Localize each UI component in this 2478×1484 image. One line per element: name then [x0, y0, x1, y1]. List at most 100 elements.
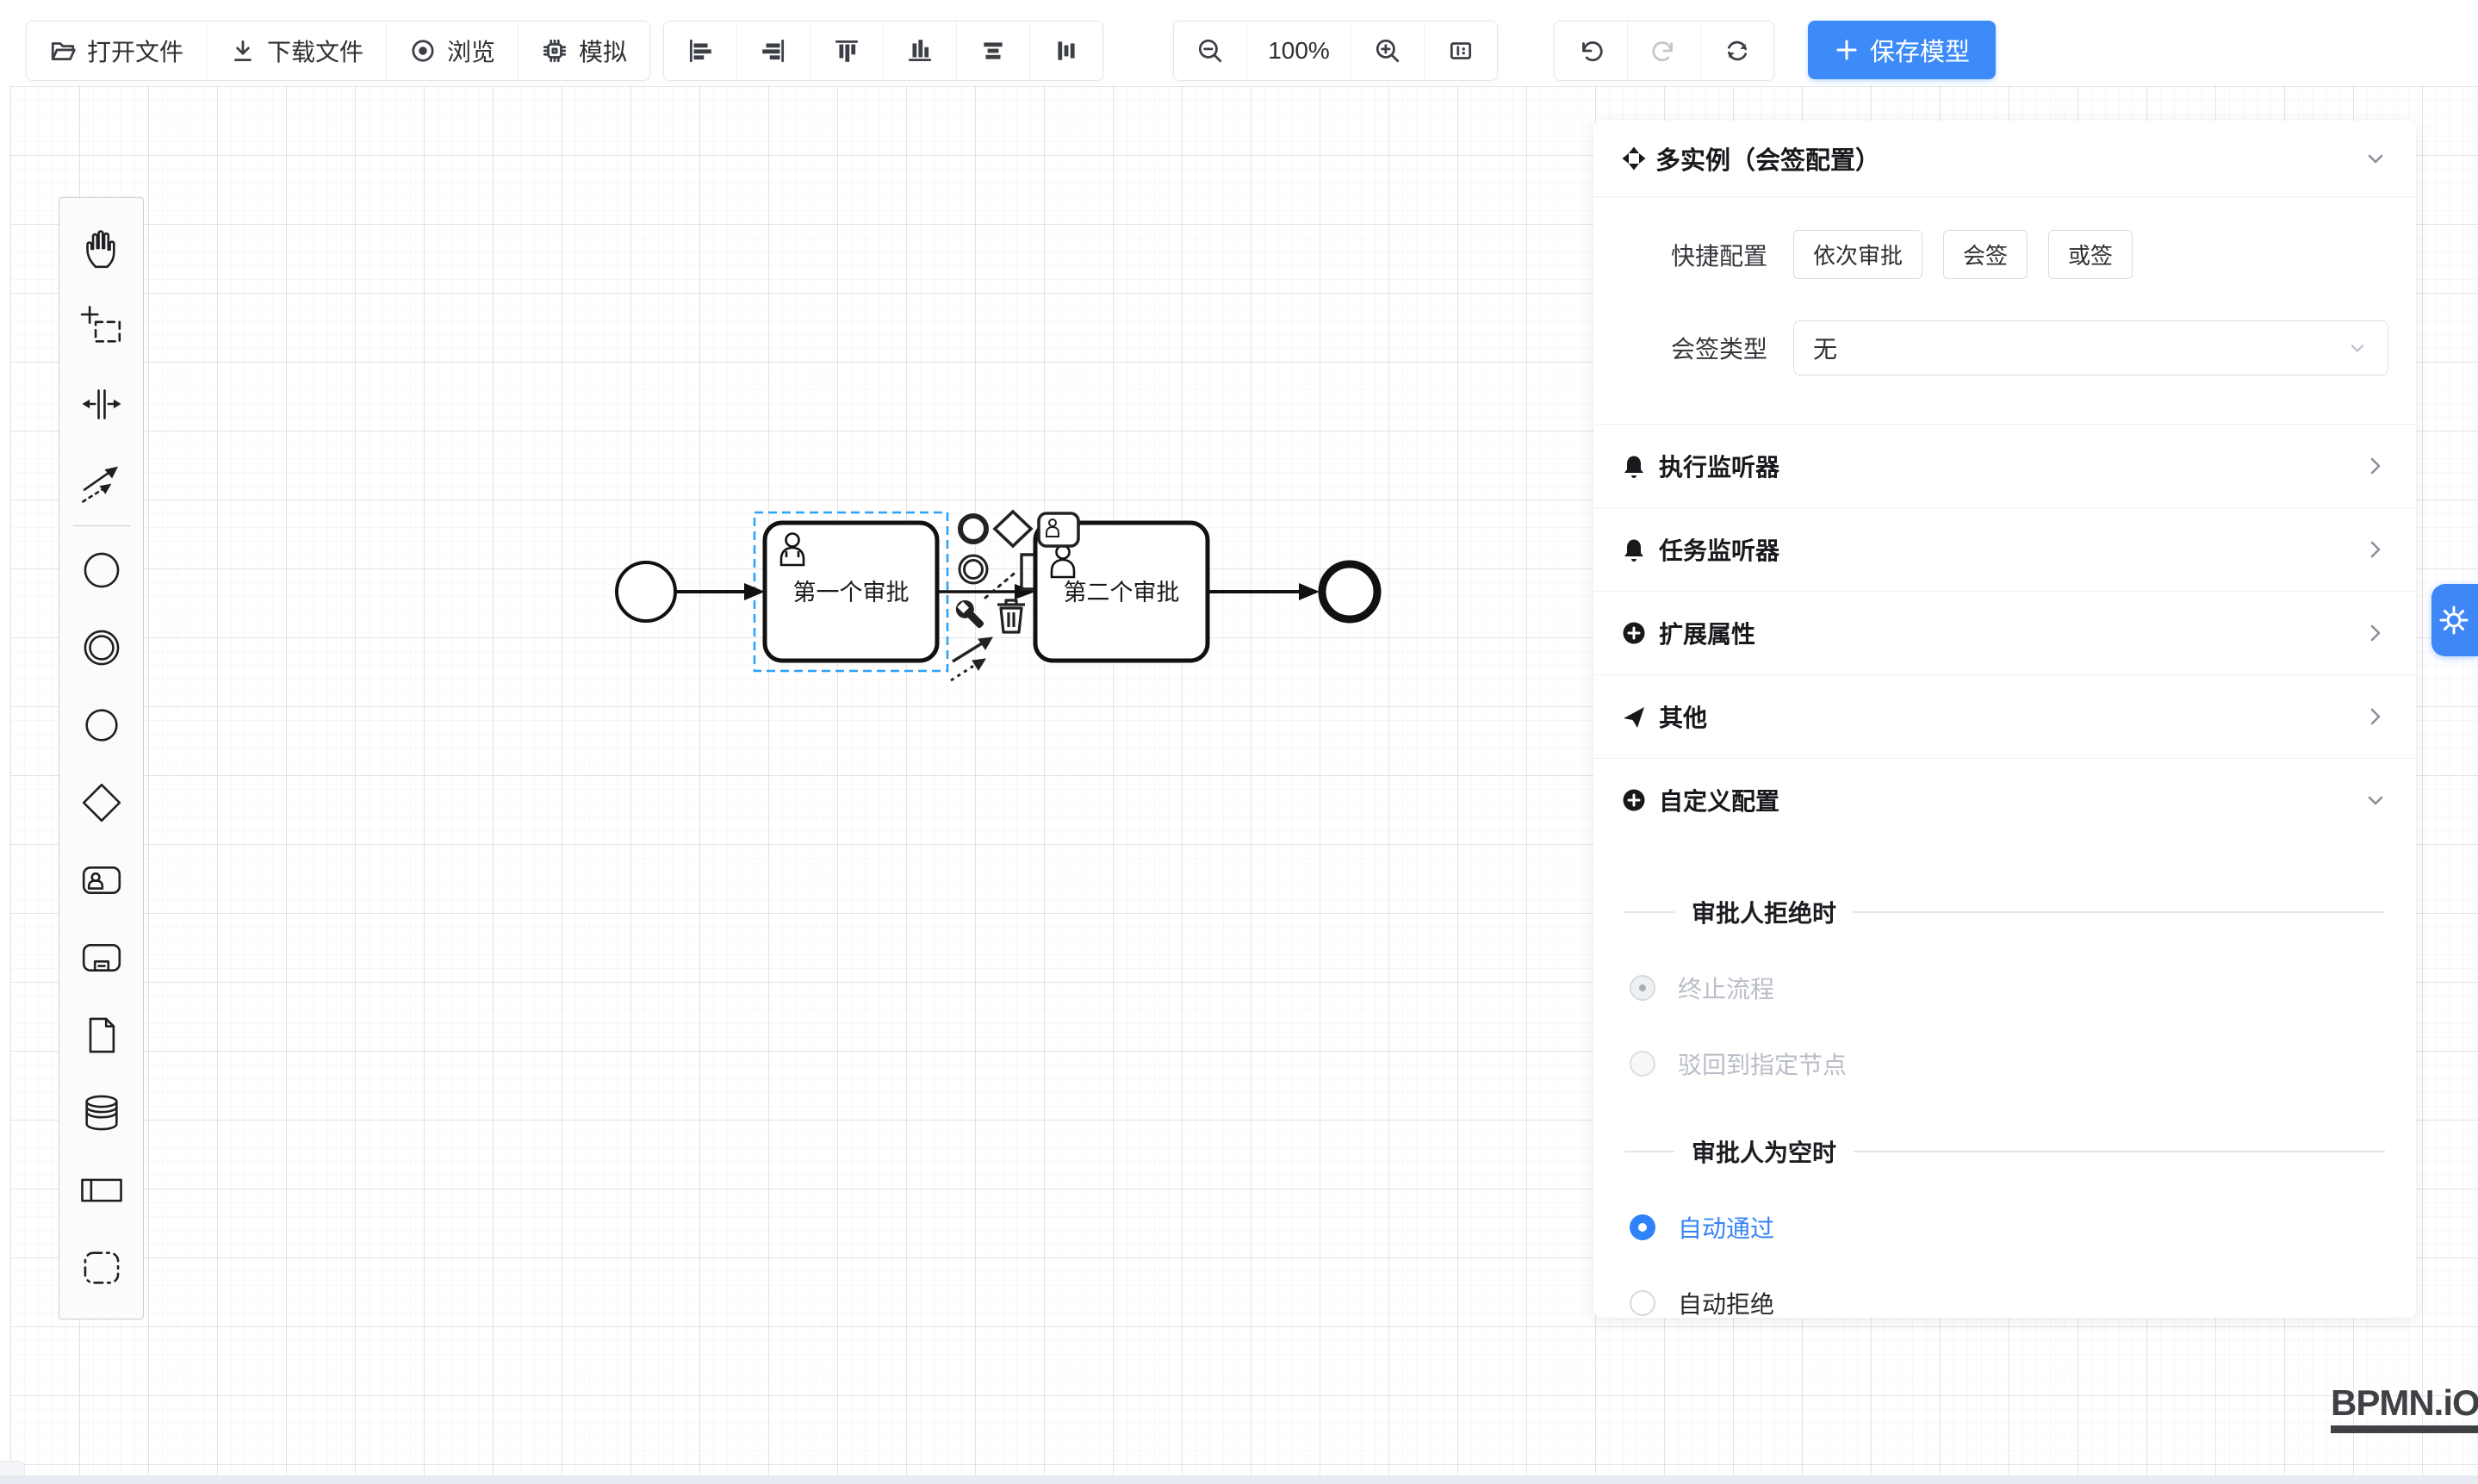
zoom-out-icon [1196, 37, 1224, 65]
sign-type-select[interactable]: 无 [1793, 320, 2388, 376]
plus-icon [1834, 37, 1860, 63]
plus-circle-icon [1621, 787, 1647, 813]
sign-type-value: 无 [1813, 331, 2346, 365]
panel-sections: 执行监听器 任务监听器 [1593, 424, 2416, 841]
file-toolbar-group: 打开文件 下载文件 浏览 模拟 [26, 21, 650, 81]
simulate-button[interactable]: 模拟 [519, 22, 649, 80]
fit-viewport-icon [1447, 37, 1475, 65]
create-gateway[interactable] [59, 764, 143, 841]
redo-button[interactable] [1628, 22, 1701, 80]
align-top-icon [833, 37, 860, 65]
sign-type-label: 会签类型 [1621, 331, 1767, 365]
history-toolbar-group [1554, 21, 1774, 81]
open-file-button[interactable]: 打开文件 [27, 22, 207, 80]
participant-icon [79, 1168, 124, 1213]
quick-config-label: 快捷配置 [1621, 238, 1767, 272]
bottom-edge-bar [0, 1475, 2478, 1484]
radio-circle[interactable] [1630, 1290, 1655, 1316]
bpmn-io-logo[interactable]: BPMN.iO [2331, 1385, 2478, 1433]
fit-viewport-button[interactable] [1425, 22, 1497, 80]
quick-option-countersign-button[interactable]: 会签 [1943, 230, 2028, 279]
section-extended-properties[interactable]: 扩展属性 [1593, 591, 2416, 674]
panel-header[interactable]: 多实例（会签配置） [1593, 121, 2416, 197]
create-data-object[interactable] [59, 997, 143, 1074]
align-middle-button[interactable] [957, 22, 1030, 80]
align-right-button[interactable] [737, 22, 810, 80]
start-event-shape[interactable] [617, 562, 675, 621]
align-middle-icon [979, 37, 1007, 65]
quick-option-sequential-button[interactable]: 依次审批 [1793, 230, 1922, 279]
section-custom-config[interactable]: 自定义配置 [1593, 758, 2416, 841]
settings-tab-button[interactable] [2431, 584, 2478, 656]
create-data-store[interactable] [59, 1074, 143, 1152]
radio-return-to-node[interactable]: 驳回到指定节点 [1624, 1046, 2385, 1081]
sign-type-row: 会签类型 无 [1593, 320, 2416, 376]
save-model-label: 保存模型 [1870, 32, 1970, 68]
custom-config-block: 审批人拒绝时 终止流程 驳回到指定节点 审批人为空时 自动通过 [1593, 895, 2416, 1318]
align-bottom-button[interactable] [884, 22, 957, 80]
chevron-right-icon [2363, 537, 2388, 562]
hand-icon [79, 227, 124, 271]
radio-circle[interactable] [1630, 1214, 1655, 1240]
align-left-button[interactable] [664, 22, 737, 80]
create-participant[interactable] [59, 1152, 143, 1229]
append-end-event-icon[interactable] [960, 516, 986, 542]
radio-auto-approve[interactable]: 自动通过 [1624, 1210, 2385, 1245]
global-connect-tool[interactable] [59, 443, 143, 520]
quick-option-orsign-button[interactable]: 或签 [2048, 230, 2133, 279]
multi-instance-icon [1621, 146, 1647, 171]
radio-terminate-process[interactable]: 终止流程 [1624, 971, 2385, 1005]
create-subprocess[interactable] [59, 919, 143, 997]
preview-button[interactable]: 浏览 [387, 22, 519, 80]
append-user-task-icon[interactable] [1039, 513, 1078, 546]
align-center-button[interactable] [1030, 22, 1102, 80]
undo-button[interactable] [1555, 22, 1628, 80]
start-event-icon [79, 548, 124, 593]
end-event-icon [79, 703, 124, 748]
save-model-button[interactable]: 保存模型 [1808, 21, 1996, 79]
user-task-1[interactable]: 第一个审批 [765, 523, 937, 661]
zoom-out-button[interactable] [1174, 22, 1247, 80]
radio-circle[interactable] [1630, 1051, 1655, 1077]
align-top-button[interactable] [810, 22, 884, 80]
plus-circle-icon [1621, 620, 1647, 646]
chevron-right-icon [2363, 704, 2388, 730]
end-event-shape[interactable] [1322, 564, 1377, 619]
section-other[interactable]: 其他 [1593, 674, 2416, 758]
create-start-event[interactable] [59, 531, 143, 609]
create-user-task[interactable] [59, 841, 143, 919]
section-execution-listener[interactable]: 执行监听器 [1593, 424, 2416, 507]
download-file-button[interactable]: 下载文件 [207, 22, 387, 80]
user-task-icon [79, 858, 124, 903]
zoom-in-button[interactable] [1351, 22, 1425, 80]
reject-section-title: 审批人拒绝时 [1692, 895, 1836, 929]
group-icon [79, 1245, 124, 1290]
space-tool[interactable] [59, 365, 143, 443]
lasso-tool[interactable] [59, 288, 143, 365]
task1-label: 第一个审批 [793, 580, 910, 605]
section-task-listener[interactable]: 任务监听器 [1593, 507, 2416, 591]
append-intermediate-event-icon[interactable] [960, 556, 987, 583]
subprocess-icon [79, 935, 124, 980]
data-object-icon [79, 1013, 124, 1058]
chevron-down-icon[interactable] [2363, 146, 2388, 171]
radio-circle[interactable] [1630, 975, 1655, 1001]
bell-icon [1621, 537, 1647, 562]
create-end-event[interactable] [59, 686, 143, 764]
undo-icon [1577, 37, 1605, 65]
create-intermediate-event[interactable] [59, 609, 143, 686]
create-group[interactable] [59, 1229, 143, 1307]
bpmn-io-logo-text: BPMN.iO [2331, 1385, 2478, 1421]
lasso-icon [79, 304, 124, 349]
hand-tool[interactable] [59, 210, 143, 288]
intermediate-event-icon [79, 625, 124, 670]
download-file-label: 下载文件 [267, 34, 363, 68]
properties-panel: 多实例（会签配置） 快捷配置 依次审批 会签 或签 会签类型 无 [1593, 121, 2416, 1318]
reject-section-divider: 审批人拒绝时 [1624, 895, 2385, 929]
bpmn-io-logo-underline [2331, 1425, 2478, 1433]
chevron-down-icon [2346, 337, 2369, 359]
align-center-icon [1053, 37, 1080, 65]
radio-auto-reject[interactable]: 自动拒绝 [1624, 1286, 2385, 1318]
reload-button[interactable] [1701, 22, 1773, 80]
align-toolbar-group [663, 21, 1103, 81]
